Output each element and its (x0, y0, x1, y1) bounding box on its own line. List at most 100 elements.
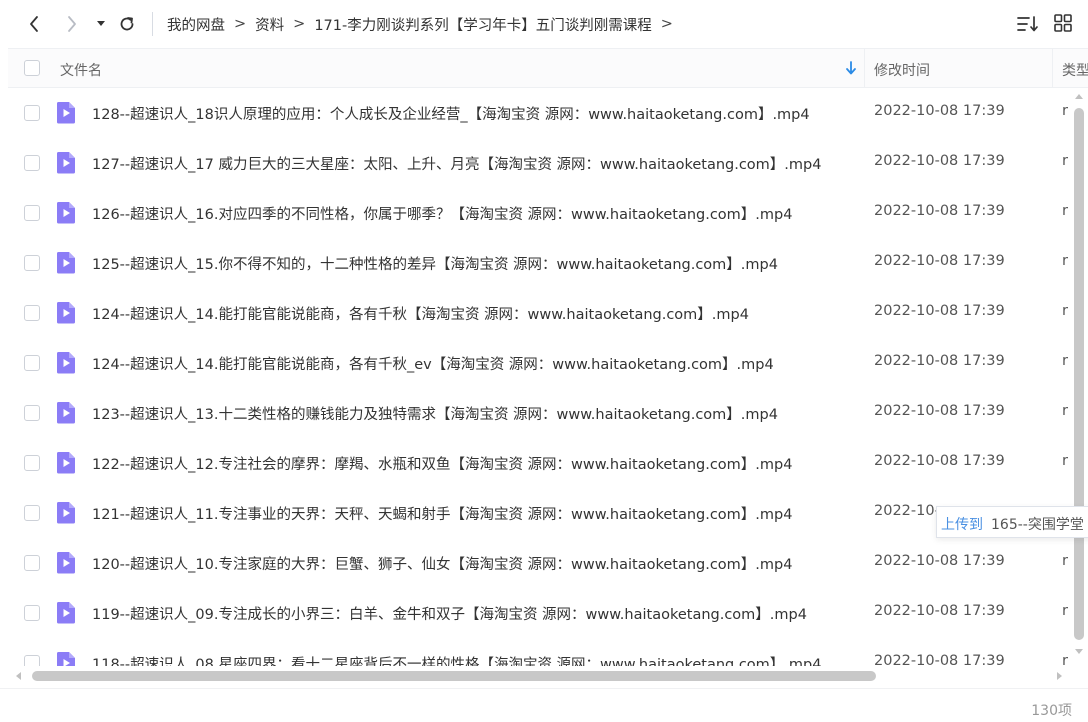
breadcrumb-item-current[interactable]: 171-李力刚谈判系列【学习年卡】五门谈判刚需课程 (314, 14, 651, 35)
video-file-icon (56, 651, 76, 666)
file-modified-time: 2022-10-08 17:39 (874, 403, 1005, 419)
row-checkbox[interactable] (24, 255, 40, 271)
scroll-left-arrow-icon[interactable] (14, 671, 22, 681)
sort-button[interactable] (1017, 14, 1039, 38)
file-modified-time: 2022-10-08 17:39 (874, 653, 1005, 666)
video-file-icon (56, 451, 76, 474)
vertical-scrollbar[interactable] (1072, 88, 1088, 666)
scroll-up-arrow-icon[interactable] (1074, 92, 1084, 100)
breadcrumb: 我的网盘 > 资料 > 171-李力刚谈判系列【学习年卡】五门谈判刚需课程 > (152, 12, 682, 36)
file-modified-time: 2022-10-08 17:39 (874, 203, 1005, 219)
video-file-icon (56, 251, 76, 274)
breadcrumb-item-folder[interactable]: 资料 (255, 14, 284, 35)
file-type: r (1062, 353, 1068, 369)
file-name[interactable]: 126--超速识人_16.对应四季的不同性格，你属于哪季？【海淘宝资 源网：ww… (92, 203, 792, 224)
breadcrumb-more-chevron[interactable]: > (661, 16, 673, 32)
horizontal-scroll-thumb[interactable] (32, 671, 876, 681)
row-checkbox[interactable] (24, 155, 40, 171)
status-bar: 130项 (0, 688, 1088, 722)
table-row[interactable]: 121--超速识人_11.专注事业的天界：天秤、天蝎和射手【海淘宝资 源网：ww… (8, 488, 1072, 538)
file-name[interactable]: 119--超速识人_09.专注成长的小界三：白羊、金牛和双子【海淘宝资 源网：w… (92, 603, 807, 624)
row-checkbox[interactable] (24, 655, 40, 666)
row-checkbox[interactable] (24, 355, 40, 371)
file-name[interactable]: 127--超速识人_17 威力巨大的三大星座：太阳、上升、月亮【海淘宝资 源网：… (92, 153, 821, 174)
chevron-right-icon (68, 16, 76, 32)
forward-button[interactable] (62, 12, 82, 36)
file-modified-time: 2022-10-08 17:39 (874, 603, 1005, 619)
item-count: 130项 (1031, 703, 1072, 719)
file-type: r (1062, 153, 1068, 169)
file-modified-time: 2022-10- (874, 503, 940, 519)
file-type: r (1062, 603, 1068, 619)
table-row[interactable]: 122--超速识人_12.专注社会的摩界：摩羯、水瓶和双鱼【海淘宝资 源网：ww… (8, 438, 1072, 488)
scroll-right-arrow-icon[interactable] (1056, 671, 1064, 681)
table-row[interactable]: 127--超速识人_17 威力巨大的三大星座：太阳、上升、月亮【海淘宝资 源网：… (8, 138, 1072, 188)
tooltip-value: 165--突围学堂 (991, 517, 1084, 533)
file-name[interactable]: 122--超速识人_12.专注社会的摩界：摩羯、水瓶和双鱼【海淘宝资 源网：ww… (92, 453, 792, 474)
file-type: r (1062, 403, 1068, 419)
breadcrumb-separator: > (234, 16, 247, 32)
breadcrumb-item-home[interactable]: 我的网盘 (167, 14, 225, 35)
table-row[interactable]: 124--超速识人_14.能打能官能说能商，各有千秋_ev【海淘宝资 源网：ww… (8, 338, 1072, 388)
file-name[interactable]: 128--超速识人_18识人原理的应用：个人成长及企业经营_【海淘宝资 源网：w… (92, 103, 810, 124)
row-checkbox[interactable] (24, 105, 40, 121)
table-row[interactable]: 118--超速识人_08.星座四界：看十二星座背后不一样的性格【海淘宝资 源网：… (8, 638, 1072, 666)
column-header-modified[interactable]: 修改时间 (874, 60, 930, 80)
video-file-icon (56, 301, 76, 324)
video-file-icon (56, 551, 76, 574)
file-name[interactable]: 125--超速识人_15.你不得不知的，十二种性格的差异【海淘宝资 源网：www… (92, 253, 778, 274)
row-checkbox[interactable] (24, 505, 40, 521)
row-checkbox[interactable] (24, 455, 40, 471)
file-modified-time: 2022-10-08 17:39 (874, 553, 1005, 569)
row-checkbox[interactable] (24, 205, 40, 221)
breadcrumb-separator: > (293, 16, 306, 32)
table-row[interactable]: 128--超速识人_18识人原理的应用：个人成长及企业经营_【海淘宝资 源网：w… (8, 88, 1072, 138)
refresh-button[interactable] (116, 12, 138, 36)
select-all-checkbox[interactable] (24, 60, 40, 76)
video-file-icon (56, 401, 76, 424)
file-name[interactable]: 118--超速识人_08.星座四界：看十二星座背后不一样的性格【海淘宝资 源网：… (92, 653, 821, 666)
refresh-icon (120, 17, 134, 31)
file-name[interactable]: 124--超速识人_14.能打能官能说能商，各有千秋_ev【海淘宝资 源网：ww… (92, 353, 774, 374)
file-name[interactable]: 124--超速识人_14.能打能官能说能商，各有千秋【海淘宝资 源网：www.h… (92, 303, 749, 324)
row-checkbox[interactable] (24, 555, 40, 571)
table-row[interactable]: 125--超速识人_15.你不得不知的，十二种性格的差异【海淘宝资 源网：www… (8, 238, 1072, 288)
file-modified-time: 2022-10-08 17:39 (874, 303, 1005, 319)
grid-view-button[interactable] (1054, 14, 1072, 36)
file-modified-time: 2022-10-08 17:39 (874, 103, 1005, 119)
file-modified-time: 2022-10-08 17:39 (874, 453, 1005, 469)
vertical-scroll-thumb[interactable] (1074, 108, 1084, 640)
horizontal-scrollbar[interactable] (8, 666, 1072, 688)
file-type: r (1062, 553, 1068, 569)
row-checkbox[interactable] (24, 605, 40, 621)
video-file-icon (56, 201, 76, 224)
back-button[interactable] (24, 12, 44, 36)
file-name[interactable]: 120--超速识人_10.专注家庭的大界：巨蟹、狮子、仙女【海淘宝资 源网：ww… (92, 553, 792, 574)
file-type: r (1062, 303, 1068, 319)
caret-down-icon (97, 21, 105, 26)
column-divider[interactable] (864, 49, 865, 87)
file-name[interactable]: 121--超速识人_11.专注事业的天界：天秤、天蝎和射手【海淘宝资 源网：ww… (92, 503, 792, 524)
file-modified-time: 2022-10-08 17:39 (874, 353, 1005, 369)
sort-list-icon (1017, 16, 1038, 32)
table-row[interactable]: 124--超速识人_14.能打能官能说能商，各有千秋【海淘宝资 源网：www.h… (8, 288, 1072, 338)
file-name[interactable]: 123--超速识人_13.十二类性格的赚钱能力及独特需求【海淘宝资 源网：www… (92, 403, 778, 424)
table-row[interactable]: 120--超速识人_10.专注家庭的大界：巨蟹、狮子、仙女【海淘宝资 源网：ww… (8, 538, 1072, 588)
column-divider[interactable] (1052, 49, 1053, 87)
sort-arrow-icon[interactable] (844, 60, 858, 76)
row-checkbox[interactable] (24, 405, 40, 421)
column-header-name[interactable]: 文件名 (60, 60, 102, 80)
video-file-icon (56, 601, 76, 624)
row-checkbox[interactable] (24, 305, 40, 321)
file-type: r (1062, 653, 1068, 666)
table-row[interactable]: 119--超速识人_09.专注成长的小界三：白羊、金牛和双子【海淘宝资 源网：w… (8, 588, 1072, 638)
scroll-down-arrow-icon[interactable] (1074, 648, 1084, 656)
video-file-icon (56, 151, 76, 174)
table-row[interactable]: 123--超速识人_13.十二类性格的赚钱能力及独特需求【海淘宝资 源网：www… (8, 388, 1072, 438)
file-modified-time: 2022-10-08 17:39 (874, 253, 1005, 269)
table-row[interactable]: 126--超速识人_16.对应四季的不同性格，你属于哪季？【海淘宝资 源网：ww… (8, 188, 1072, 238)
column-header-type[interactable]: 类型 (1062, 60, 1088, 80)
file-type: r (1062, 453, 1068, 469)
history-dropdown-button[interactable] (94, 12, 108, 36)
file-type: r (1062, 253, 1068, 269)
